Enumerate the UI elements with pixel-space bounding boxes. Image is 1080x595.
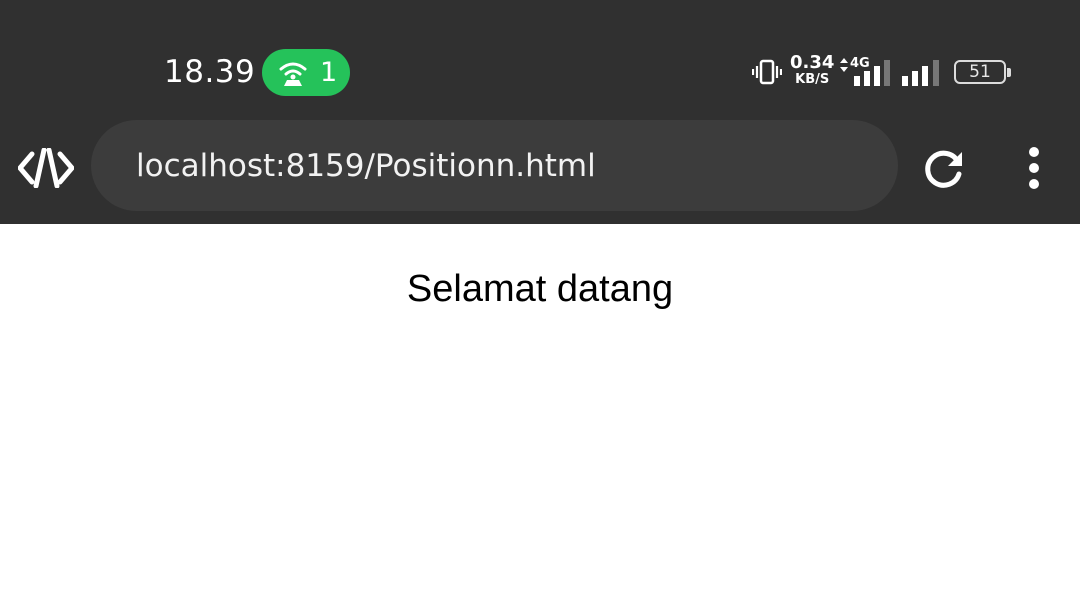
signal-strength-icon	[854, 60, 890, 86]
code-brackets-icon[interactable]	[18, 148, 74, 188]
network-speed-value: 0.34	[790, 52, 835, 73]
welcome-heading: Selamat datang	[406, 268, 674, 310]
battery-icon: 51	[954, 60, 1012, 86]
signal-strength-icon	[902, 60, 939, 86]
hotspot-indicator[interactable]: 1	[262, 49, 350, 96]
network-speed-unit: KB/S	[795, 72, 830, 87]
battery-level: 51	[969, 62, 991, 82]
reload-icon[interactable]	[920, 144, 968, 192]
hotspot-icon	[279, 62, 307, 86]
page-content: Selamat datang	[0, 224, 1080, 595]
network-speed: 0.34 KB/S	[790, 52, 835, 87]
url-text[interactable]: localhost:8159/Positionn.html	[136, 148, 596, 184]
browser-toolbar: localhost:8159/Positionn.html	[0, 120, 1080, 224]
vibrate-icon	[752, 59, 782, 85]
status-bar: 18.39 1 0.34 KB/S 4G 51	[0, 0, 1080, 120]
more-vertical-icon[interactable]	[1020, 144, 1048, 192]
data-arrows-icon	[840, 58, 848, 72]
url-bar[interactable]: localhost:8159/Positionn.html	[91, 120, 898, 211]
status-clock: 18.39	[164, 54, 256, 90]
hotspot-count: 1	[320, 57, 338, 88]
battery-body: 51	[954, 60, 1006, 84]
battery-cap	[1007, 68, 1011, 77]
